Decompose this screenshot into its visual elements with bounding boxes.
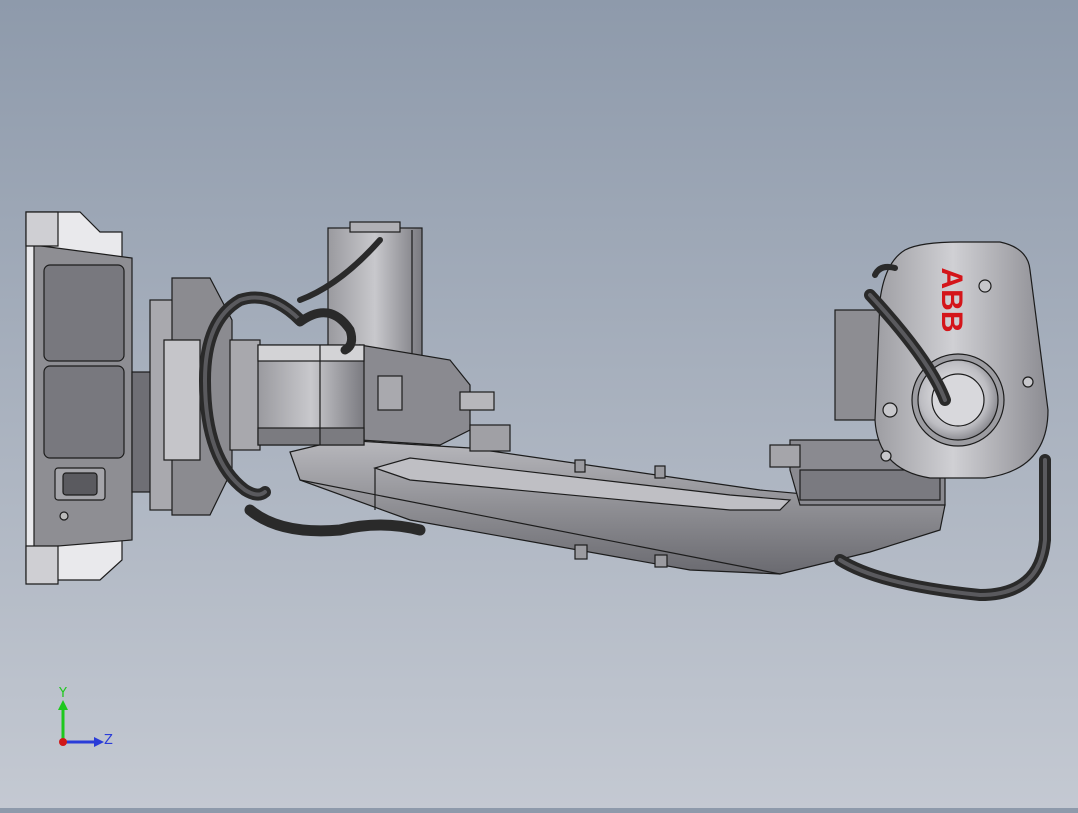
robot-arm-model[interactable]: ABB Y Z [0,0,1078,808]
shoulder-housing[interactable] [359,344,511,452]
z-axis-arrowhead [94,737,104,747]
y-axis-label: Y [58,686,67,701]
wrist-housing[interactable] [769,241,1049,506]
axis-motor-horizontal[interactable] [229,339,365,451]
y-axis-arrowhead [58,700,68,710]
coordinate-triad: Y Z [58,686,113,748]
x-axis-marker [59,738,67,746]
graphics-viewport[interactable]: ABB Y Z [0,0,1078,808]
base-flange-plate[interactable] [25,211,133,585]
z-axis-label: Z [104,733,113,748]
abb-logo: ABB [935,268,968,333]
